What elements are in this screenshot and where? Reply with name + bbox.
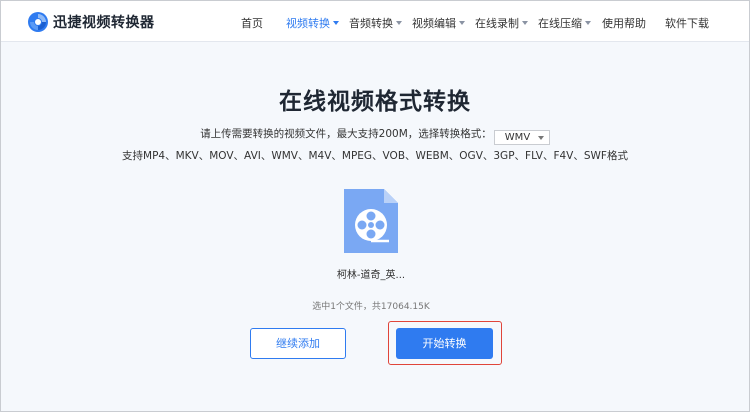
nav-home[interactable]: 首页 bbox=[241, 15, 263, 31]
nav-download[interactable]: 软件下载 bbox=[665, 15, 709, 31]
nav-audio-convert[interactable]: 音频转换 bbox=[349, 15, 402, 31]
nav-online-compress[interactable]: 在线压缩 bbox=[538, 15, 591, 31]
nav-label: 首页 bbox=[241, 17, 263, 30]
chevron-down-icon bbox=[585, 21, 591, 25]
logo-text[interactable]: 迅捷视频转换器 bbox=[53, 12, 155, 32]
nav-help[interactable]: 使用帮助 bbox=[602, 15, 646, 31]
nav-label: 软件下载 bbox=[665, 17, 709, 30]
selected-files-info: 选中1个文件，共17064.15K bbox=[312, 302, 430, 312]
nav-label: 在线录制 bbox=[475, 17, 519, 30]
chevron-down-icon bbox=[459, 21, 465, 25]
nav-label: 视频编辑 bbox=[412, 17, 456, 30]
chevron-down-icon bbox=[522, 21, 528, 25]
start-convert-button[interactable]: 开始转换 bbox=[396, 328, 493, 359]
nav-online-record[interactable]: 在线录制 bbox=[475, 15, 528, 31]
nav-label: 音频转换 bbox=[349, 17, 393, 30]
nav-label: 视频转换 bbox=[286, 17, 330, 30]
format-select[interactable]: WMV bbox=[493, 130, 550, 145]
nav-video-edit[interactable]: 视频编辑 bbox=[412, 15, 465, 31]
logo-icon bbox=[28, 12, 48, 32]
video-file-icon[interactable] bbox=[342, 187, 400, 255]
page-title: 在线视频格式转换 bbox=[279, 89, 471, 115]
upload-hint-row: 请上传需要转换的视频文件，最大支持200M，选择转换格式： WMV bbox=[0, 126, 750, 145]
continue-add-button[interactable]: 继续添加 bbox=[250, 328, 346, 359]
file-name: 柯林-道奇_英... bbox=[336, 270, 406, 281]
chevron-down-icon bbox=[333, 21, 339, 25]
chevron-down-icon bbox=[537, 136, 544, 140]
format-select-value: WMV bbox=[504, 132, 531, 143]
nav-label: 在线压缩 bbox=[538, 17, 582, 30]
chevron-down-icon bbox=[396, 21, 402, 25]
nav-video-convert[interactable]: 视频转换 bbox=[286, 15, 339, 31]
nav-label: 使用帮助 bbox=[602, 17, 646, 30]
upload-hint-text: 请上传需要转换的视频文件，最大支持200M，选择转换格式： bbox=[200, 128, 492, 140]
supported-formats-text: 支持MP4、MKV、MOV、AVI、WMV、M4V、MPEG、VOB、WEBM、… bbox=[122, 150, 628, 162]
top-nav-bar: 迅捷视频转换器 首页 视频转换 音频转换 视频编辑 在线录制 在线压缩 使用帮助… bbox=[1, 1, 749, 42]
